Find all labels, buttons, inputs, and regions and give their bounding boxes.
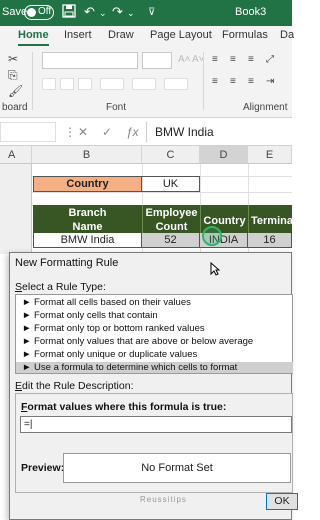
indent-icon[interactable]: ⇥ — [266, 76, 274, 87]
rule-type-item[interactable]: ► Format only top or bottom ranked value… — [16, 323, 293, 334]
workbook-name: Book3 — [235, 6, 267, 18]
watermark: Reussitips — [140, 495, 187, 504]
edit-rule-accesskey: E — [15, 380, 23, 392]
align-middle-icon[interactable]: ≡ — [230, 54, 236, 65]
preview-box: No Format Set — [63, 453, 291, 483]
rule-type-list[interactable]: ► Format all cells based on their values… — [15, 294, 293, 374]
ok-button[interactable]: OK — [266, 493, 298, 510]
select-rule-type-accesskey: S — [15, 281, 23, 293]
tab-insert[interactable]: Insert — [64, 29, 92, 41]
fill-color-icon[interactable] — [132, 78, 156, 90]
customize-icon[interactable]: ⊽ — [148, 7, 155, 18]
header-branch-line2: Name — [72, 221, 103, 233]
gridline — [32, 192, 292, 193]
save-icon[interactable] — [62, 4, 76, 21]
copy-icon[interactable]: ⎘ — [8, 68, 18, 83]
rule-type-item[interactable]: ► Format only cells that contain — [16, 310, 293, 321]
column-header-e[interactable]: E — [248, 146, 292, 164]
tab-draw[interactable]: Draw — [108, 29, 134, 41]
new-formatting-rule-dialog: New Formatting Rule Select a Rule Type: … — [9, 252, 298, 520]
preview-label: Preview: — [21, 462, 65, 474]
header-employee-line2: Count — [155, 221, 188, 233]
click-indicator — [202, 226, 222, 246]
tab-home[interactable]: Home — [18, 29, 49, 46]
underline-icon[interactable] — [78, 78, 92, 90]
cell-termination[interactable]: 16 — [248, 233, 292, 248]
title-bar: Save Off ↶ ⌄ ↷ ⌄ ⊽ Book3 — [0, 0, 292, 26]
country-label-cell[interactable]: Country — [33, 176, 142, 192]
confirm-entry-icon[interactable]: ✓ — [102, 125, 112, 139]
align-center-icon[interactable]: ≡ — [230, 76, 236, 87]
rule-type-item[interactable]: ► Format all cells based on their values — [16, 297, 293, 308]
cell-branch-name[interactable]: BMW India — [33, 233, 142, 248]
insert-function-icon[interactable]: ƒx — [126, 125, 139, 139]
toggle-state: Off — [38, 6, 52, 17]
column-header-d[interactable]: D — [200, 146, 248, 164]
ribbon-tabs: Home Insert Draw Page Layout Formulas Da — [0, 26, 294, 48]
increase-font-icon[interactable]: A˄ — [178, 54, 191, 65]
align-right-icon[interactable]: ≡ — [248, 76, 254, 87]
row-headers — [0, 164, 32, 254]
alignment-group-label: Alignment — [243, 102, 288, 113]
font-size-box[interactable] — [142, 52, 172, 69]
ribbon-divider — [203, 52, 204, 110]
align-left-icon[interactable]: ≡ — [212, 76, 218, 87]
toggle-knob — [27, 8, 36, 17]
font-group-label: Font — [106, 102, 127, 113]
redo-dropdown-icon[interactable]: ⌄ — [127, 8, 135, 19]
undo-dropdown-icon[interactable]: ⌄ — [99, 8, 107, 19]
rule-type-item-selected[interactable]: ► Use a formula to determine which cells… — [16, 362, 293, 373]
bold-icon[interactable] — [42, 78, 56, 90]
rule-type-item[interactable]: ► Format only unique or duplicate values — [16, 349, 293, 360]
column-header-c[interactable]: C — [142, 146, 200, 164]
country-value-cell[interactable]: UK — [142, 176, 200, 192]
redo-icon[interactable]: ↷ — [112, 4, 123, 20]
formula-label: Format values where this formula is true… — [21, 401, 226, 413]
column-header-a[interactable]: A — [0, 146, 32, 164]
tab-page-layout[interactable]: Page Layout — [150, 29, 212, 41]
cancel-entry-icon[interactable]: ✕ — [78, 125, 88, 139]
undo-icon[interactable]: ↶ — [84, 4, 95, 20]
column-header-b[interactable]: B — [32, 146, 142, 164]
header-employee-line1: Employee — [145, 207, 198, 219]
orientation-icon[interactable]: ⤢ — [266, 54, 274, 65]
font-color-icon[interactable] — [164, 78, 188, 90]
cell-employee-count[interactable]: 52 — [142, 233, 200, 248]
select-rule-type-text: elect a Rule Type: — [22, 281, 106, 293]
font-name-box[interactable] — [42, 52, 138, 69]
clipboard-group-label: board — [2, 102, 28, 113]
dialog-title: New Formatting Rule — [15, 257, 119, 269]
formula-bar: ⋮ ✕ ✓ ƒx BMW India — [0, 118, 292, 146]
header-branch-line1: Branch — [68, 207, 107, 219]
format-painter-icon[interactable]: 🖌 — [8, 84, 23, 98]
align-top-icon[interactable]: ≡ — [212, 54, 218, 65]
header-branch-name[interactable]: Branch Name — [33, 205, 142, 233]
formula-field[interactable]: =| — [20, 416, 292, 433]
ribbon-divider — [32, 52, 33, 110]
autosave-toggle[interactable]: Off — [24, 5, 54, 20]
mouse-cursor-icon — [210, 261, 221, 279]
edit-rule-description-label: Edit the Rule Description: — [15, 380, 134, 392]
italic-icon[interactable] — [60, 78, 74, 90]
ribbon: ✂ ⎘ 🖌 board A˄ A˅ Font ≡ ≡ ≡ ⤢ ≡ ≡ ≡ ⇥ A… — [0, 48, 292, 118]
header-termination[interactable]: Terminatio — [248, 205, 292, 233]
more-options-icon: ⋮ — [64, 125, 76, 139]
tab-formulas[interactable]: Formulas — [222, 29, 268, 41]
formula-input[interactable]: BMW India — [146, 122, 292, 142]
rule-type-item[interactable]: ► Format only values that are above or b… — [16, 336, 293, 347]
select-rule-type-label: Select a Rule Type: — [15, 281, 106, 293]
cut-icon[interactable]: ✂ — [8, 52, 18, 66]
header-employee-count[interactable]: Employee Count — [142, 205, 200, 233]
tab-data[interactable]: Da — [280, 29, 294, 41]
edit-rule-text: dit the Rule Description: — [22, 380, 134, 392]
formula-label-text: ormat values where this formula is true: — [27, 401, 227, 413]
borders-icon[interactable] — [100, 78, 124, 90]
rule-description-panel: Format values where this formula is true… — [15, 393, 293, 493]
align-bottom-icon[interactable]: ≡ — [248, 54, 254, 65]
name-box[interactable] — [0, 122, 56, 142]
